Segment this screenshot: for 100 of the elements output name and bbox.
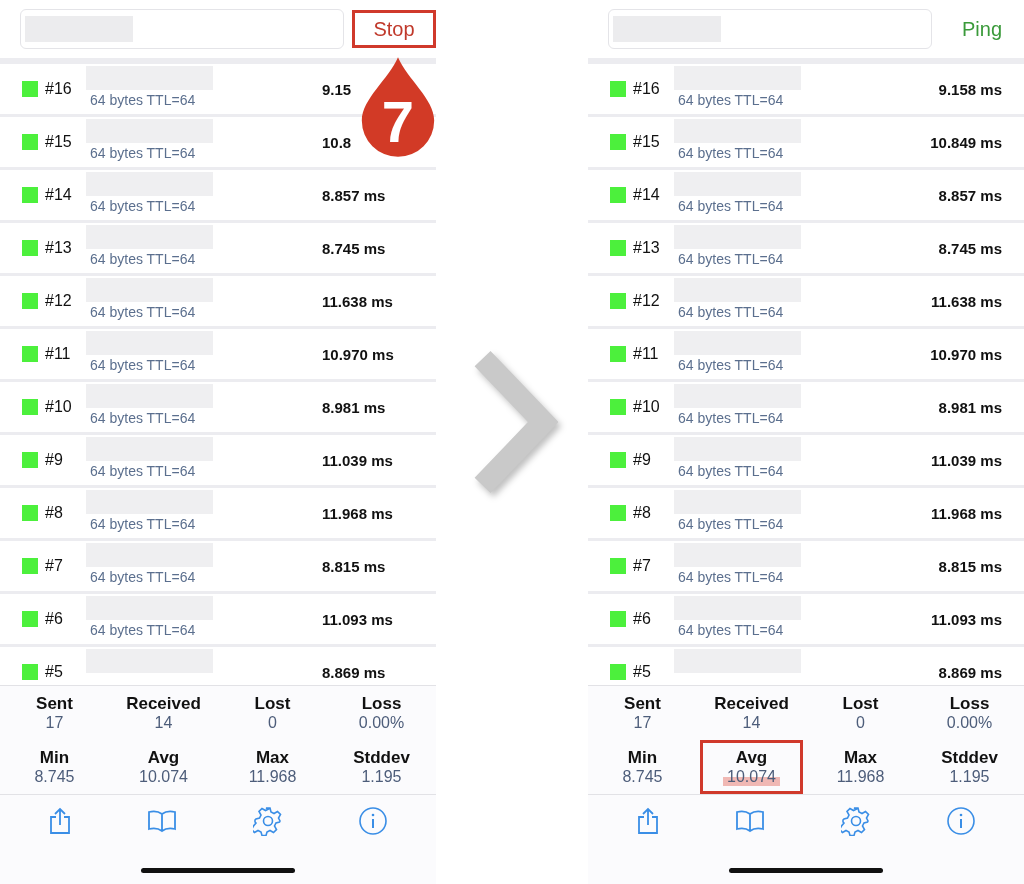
reply-info: 64 bytes TTL=64 (89, 251, 197, 267)
stat-label: Stddev (353, 748, 410, 768)
stat-label: Loss (361, 694, 402, 714)
status-square (22, 187, 38, 203)
info-icon[interactable] (946, 806, 977, 836)
ping-time: 9.15 (322, 80, 353, 98)
ping-index: #8 (633, 504, 652, 522)
ping-index: #14 (633, 186, 661, 204)
ping-time: 11.968 ms (322, 504, 394, 522)
stat-label: Lost (842, 694, 879, 714)
stat-label: Min (627, 748, 658, 768)
status-square (22, 240, 38, 256)
share-icon[interactable] (47, 807, 72, 835)
ping-time: 8.815 ms (322, 557, 387, 575)
reply-info: 64 bytes TTL=64 (677, 198, 785, 214)
ping-time: 8.869 ms (938, 663, 1002, 681)
ping-time: 8.745 ms (938, 239, 1002, 257)
stat-value: 17 (632, 714, 653, 732)
ping-index: #7 (45, 557, 64, 575)
status-square (22, 505, 38, 521)
stat-value: 14 (741, 714, 762, 732)
stat-label: Received (714, 694, 789, 714)
ping-time: 10.849 ms (930, 133, 1002, 151)
stat-value: 11.968 (247, 768, 298, 786)
ping-index: #8 (45, 504, 64, 522)
reply-info: 64 bytes TTL=64 (677, 463, 785, 479)
info-icon[interactable] (358, 806, 389, 836)
action-button[interactable]: Ping (940, 10, 1024, 48)
stat-label: Received (126, 694, 201, 714)
ping-time: 10.8 (322, 133, 353, 151)
ping-index: #12 (45, 292, 73, 310)
ping-time: 11.039 ms (931, 451, 1002, 469)
reply-info: 64 bytes TTL=64 (89, 92, 197, 108)
status-square (610, 187, 626, 203)
ping-time: 11.093 ms (931, 610, 1002, 628)
reply-info: 64 bytes TTL=64 (677, 516, 785, 532)
ping-time: 11.968 ms (931, 504, 1002, 522)
book-icon[interactable] (147, 809, 178, 833)
share-icon[interactable] (635, 807, 660, 835)
reply-info: 64 bytes TTL=64 (89, 622, 197, 638)
stat-value: 8.745 (33, 768, 76, 786)
reply-info: 64 bytes TTL=64 (677, 569, 785, 585)
stat-label: Avg (147, 748, 180, 768)
settings-icon[interactable] (252, 806, 283, 836)
reply-info: 64 bytes TTL=64 (89, 569, 197, 585)
status-square (610, 558, 626, 574)
stat-label: Avg (735, 748, 768, 768)
stat-value: 10.074 (138, 768, 189, 786)
host-field[interactable] (20, 9, 344, 49)
ping-time: 11.638 ms (322, 292, 394, 310)
status-square (22, 664, 38, 680)
settings-icon[interactable] (840, 806, 871, 836)
reply-info: 64 bytes TTL=64 (89, 145, 197, 161)
ping-index: #5 (45, 663, 64, 681)
step-number: 7 (380, 90, 416, 154)
stat-label: Sent (624, 694, 661, 714)
reply-info: 64 bytes TTL=64 (89, 357, 197, 373)
reply-info: 64 bytes TTL=64 (89, 304, 197, 320)
reply-info: 64 bytes TTL=64 (677, 410, 785, 426)
ping-time: 8.857 ms (938, 186, 1002, 204)
status-square (22, 81, 38, 97)
status-square (610, 81, 626, 97)
ping-index: #15 (45, 133, 73, 151)
ping-index: #13 (45, 239, 73, 257)
reply-info: 64 bytes TTL=64 (89, 410, 197, 426)
ping-index: #15 (633, 133, 661, 151)
ping-index: #7 (633, 557, 652, 575)
book-icon[interactable] (735, 809, 766, 833)
status-square (22, 134, 38, 150)
ping-time: 10.970 ms (930, 345, 1002, 363)
ping-index: #14 (45, 186, 73, 204)
ping-index: #5 (633, 663, 652, 681)
status-square (610, 134, 626, 150)
action-button[interactable]: Stop (352, 10, 436, 48)
ping-time: 8.857 ms (322, 186, 387, 204)
status-square (22, 293, 38, 309)
reply-info: 64 bytes TTL=64 (677, 92, 785, 108)
reply-info: 64 bytes TTL=64 (677, 251, 785, 267)
ping-index: #10 (633, 398, 661, 416)
stat-label: Loss (949, 694, 990, 714)
ping-index: #13 (633, 239, 661, 257)
ping-time: 11.093 ms (322, 610, 394, 628)
host-field[interactable] (608, 9, 932, 49)
status-square (610, 664, 626, 680)
ping-index: #6 (633, 610, 652, 628)
stat-label: Lost (254, 694, 291, 714)
reply-info: 64 bytes TTL=64 (677, 357, 785, 373)
status-square (22, 558, 38, 574)
ping-index: #12 (633, 292, 661, 310)
status-square (22, 611, 38, 627)
ping-time: 11.638 ms (931, 292, 1002, 310)
status-square (610, 293, 626, 309)
ping-time: 8.981 ms (938, 398, 1002, 416)
stat-label: Min (39, 748, 70, 768)
ping-time: 10.970 ms (322, 345, 395, 363)
reply-info: 64 bytes TTL=64 (89, 198, 197, 214)
ping-index: #16 (45, 80, 73, 98)
ping-index: #11 (633, 345, 660, 363)
ping-time: 9.158 ms (938, 80, 1002, 98)
ping-index: #16 (633, 80, 661, 98)
